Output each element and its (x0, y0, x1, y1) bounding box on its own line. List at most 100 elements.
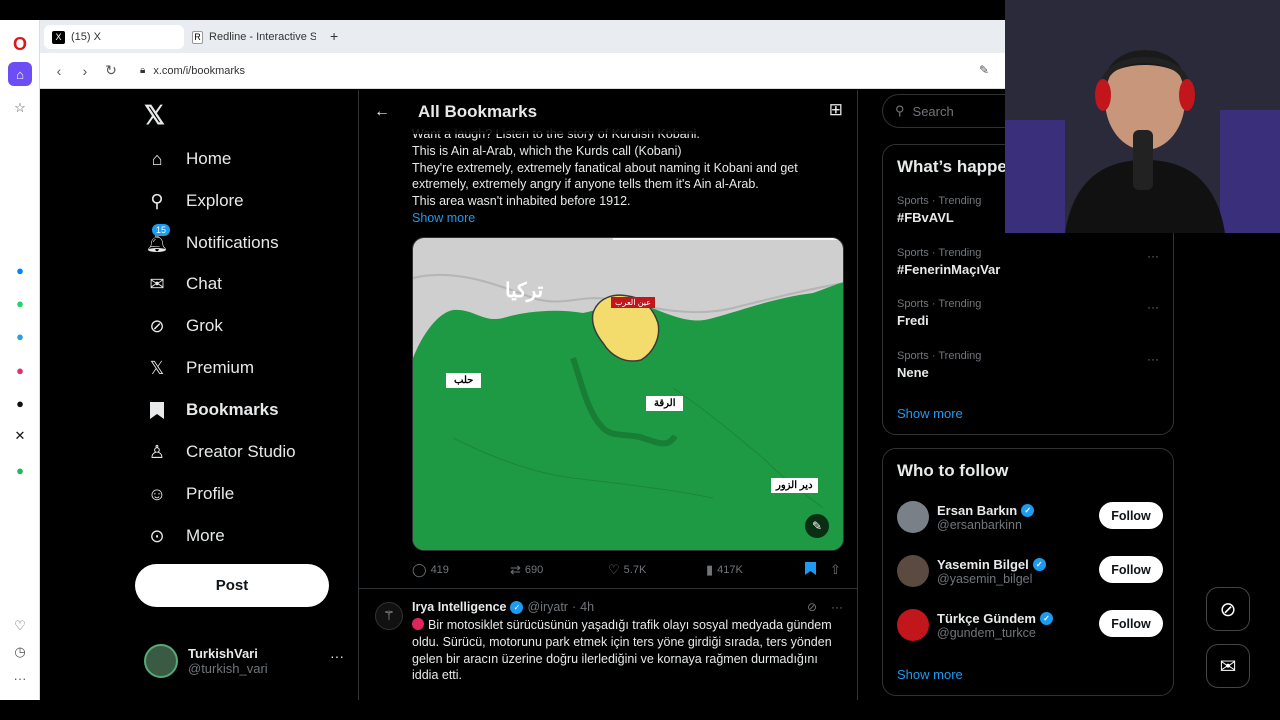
forward-icon[interactable]: › (72, 63, 98, 79)
add-folder-icon[interactable]: ⊞ (829, 100, 843, 120)
follow-suggestion[interactable]: Yasemin Bilgel ✓ @yasemin_bilgel Follow (897, 551, 1163, 591)
nav-label: Notifications (186, 233, 279, 252)
nav-label: Grok (186, 316, 223, 335)
nav-notifications[interactable]: 🔔︎ 15 Notifications (145, 224, 279, 259)
follow-suggestion[interactable]: Türkçe Gündem ✓ @gundem_turkce Follow (897, 605, 1163, 645)
nav-grok[interactable]: ⊘ Grok (146, 310, 223, 342)
tweet-line: They're extremely, extremely fanatical a… (412, 160, 798, 175)
show-more-link[interactable]: Show more (412, 210, 832, 227)
trend-category: Sports · Trending (897, 247, 982, 259)
views-count: 417K (717, 564, 743, 576)
more-dots-icon[interactable]: ··· (330, 648, 344, 664)
verified-badge-icon: ✓ (510, 600, 524, 614)
back-icon[interactable]: ‹ (46, 63, 72, 79)
nav-home[interactable]: ⌂ Home (146, 143, 232, 175)
tweet-media-map[interactable]: تركيا عين العرب حلب الرقة دير الزور ✎ (412, 237, 844, 551)
back-arrow-icon[interactable]: ← (374, 103, 390, 121)
trend-item[interactable]: Sports · Trending Fredi ··· (897, 298, 1159, 328)
more-dots-icon[interactable]: ··· (8, 666, 32, 690)
heart-icon: ♡ (608, 562, 620, 577)
nav-label: Profile (186, 484, 235, 503)
account-handle: @turkish_vari (188, 661, 268, 676)
heart-icon[interactable]: ♡ (8, 614, 32, 638)
show-more-link[interactable]: Show more (897, 406, 963, 421)
tweet-text: Bir motosiklet sürücüsünün yaşadığı traf… (412, 617, 837, 684)
avatar (897, 555, 929, 587)
share-button[interactable]: ⇧ (830, 562, 841, 578)
new-tab-icon[interactable]: + (330, 28, 338, 44)
nav-label: Premium (186, 358, 255, 377)
post-button[interactable]: Post (135, 564, 329, 607)
history-icon[interactable]: ◷ (8, 640, 32, 664)
url-text: x.com/i/bookmarks (153, 64, 246, 77)
avatar (144, 644, 178, 678)
search-icon: ⚲ (895, 103, 905, 118)
trend-item[interactable]: Sports · Trending Nene ··· (897, 350, 1159, 380)
map-label-ain-al-arab: عين العرب (611, 297, 655, 308)
more-dots-icon[interactable]: ··· (1147, 352, 1159, 366)
nav-profile[interactable]: ☺ Profile (146, 478, 234, 510)
nav-explore[interactable]: ⚲ Explore (146, 185, 243, 217)
nav-premium[interactable]: 𝕏 Premium (146, 352, 254, 384)
like-count: 5.7K (623, 564, 647, 576)
trends-title: What’s happe (897, 157, 1007, 176)
tab-redline[interactable]: R Redline - Interactive Strate (184, 25, 324, 49)
grok-icon[interactable]: ⊘ (807, 600, 817, 614)
x-icon: 𝕏 (149, 357, 165, 378)
nav-more[interactable]: ⊙ More (146, 520, 224, 552)
trend-item[interactable]: Sports · Trending #FenerinMaçıVar ··· (897, 247, 1159, 277)
bookmark-button[interactable] (805, 562, 816, 575)
tab-strip: X (15) X R Redline - Interactive Strate … (40, 20, 1005, 53)
bell-icon: 🔔︎ 15 (145, 224, 171, 253)
grok-fab-icon[interactable]: ⊘ (1206, 587, 1250, 631)
instagram-icon[interactable]: ● (8, 358, 32, 382)
tab-x[interactable]: X (15) X (44, 25, 184, 49)
nav-creator-studio[interactable]: ♙ Creator Studio (146, 436, 296, 468)
views-button[interactable]: ▮ 417K (706, 562, 743, 578)
follow-suggestion[interactable]: Ersan Barkın ✓ @ersanbarkinn Follow (897, 497, 1163, 537)
opera-logo-icon[interactable]: O (8, 32, 32, 56)
reply-button[interactable]: ◯ 419 (412, 562, 449, 578)
verified-badge-icon: ✓ (1032, 557, 1046, 571)
nav-label: Creator Studio (186, 442, 296, 461)
who-to-follow-panel: Who to follow Ersan Barkın ✓ @ersanbarkin… (882, 448, 1174, 696)
avatar[interactable]: ⚚ (375, 602, 403, 630)
map-label-aleppo: حلب (446, 373, 482, 388)
follow-button[interactable]: Follow (1099, 502, 1163, 529)
spotify-icon[interactable]: ● (8, 458, 32, 482)
more-dots-icon[interactable]: ··· (1147, 249, 1159, 263)
nav-chat[interactable]: ✉ Chat (146, 268, 221, 300)
repost-count: 690 (524, 564, 544, 576)
repost-icon: ⇄ (510, 562, 521, 577)
more-dots-icon[interactable]: ··· (1147, 300, 1159, 314)
tweet-header: Irya Intelligence ✓ @iryatr · 4h (412, 600, 594, 614)
star-icon[interactable]: ☆ (8, 96, 32, 120)
like-button[interactable]: ♡ 5.7K (608, 562, 646, 578)
avatar (897, 609, 929, 641)
follow-button[interactable]: Follow (1099, 556, 1163, 583)
more-dots-icon[interactable]: ··· (831, 600, 843, 614)
author-handle[interactable]: @iryatr (527, 600, 567, 614)
show-more-link[interactable]: Show more (897, 667, 963, 682)
tweet-body: Bir motosiklet sürücüsünün yaşadığı traf… (412, 618, 832, 683)
trend-category: Sports · Trending (897, 298, 982, 310)
tweet-time[interactable]: 4h (580, 600, 594, 614)
whatsapp-icon[interactable]: ● (8, 291, 32, 315)
follow-button[interactable]: Follow (1099, 610, 1163, 637)
edit-image-icon[interactable]: ✎ (805, 514, 829, 538)
reload-icon[interactable]: ↻ (98, 62, 124, 79)
account-switcher[interactable]: TurkishVari @turkish_vari ··· (144, 638, 344, 684)
edit-page-icon[interactable]: ✎ (979, 63, 989, 77)
repost-button[interactable]: ⇄ 690 (510, 562, 543, 578)
messenger-icon[interactable]: ● (8, 258, 32, 282)
telegram-icon[interactable]: ● (8, 324, 32, 348)
suggestion-handle: @yasemin_bilgel (937, 571, 1033, 586)
x-logo-icon[interactable]: 𝕏 (144, 100, 165, 131)
url-field[interactable]: 🔒︎ x.com/i/bookmarks (140, 65, 245, 77)
home-speed-dial-icon[interactable]: ⌂ (8, 62, 32, 86)
x-app-icon[interactable]: ✕ (8, 424, 32, 448)
nav-bookmarks[interactable]: Bookmarks (146, 394, 279, 426)
messages-fab-icon[interactable]: ✉ (1206, 644, 1250, 688)
author-name[interactable]: Irya Intelligence (412, 600, 506, 614)
tiktok-icon[interactable]: ● (8, 391, 32, 415)
